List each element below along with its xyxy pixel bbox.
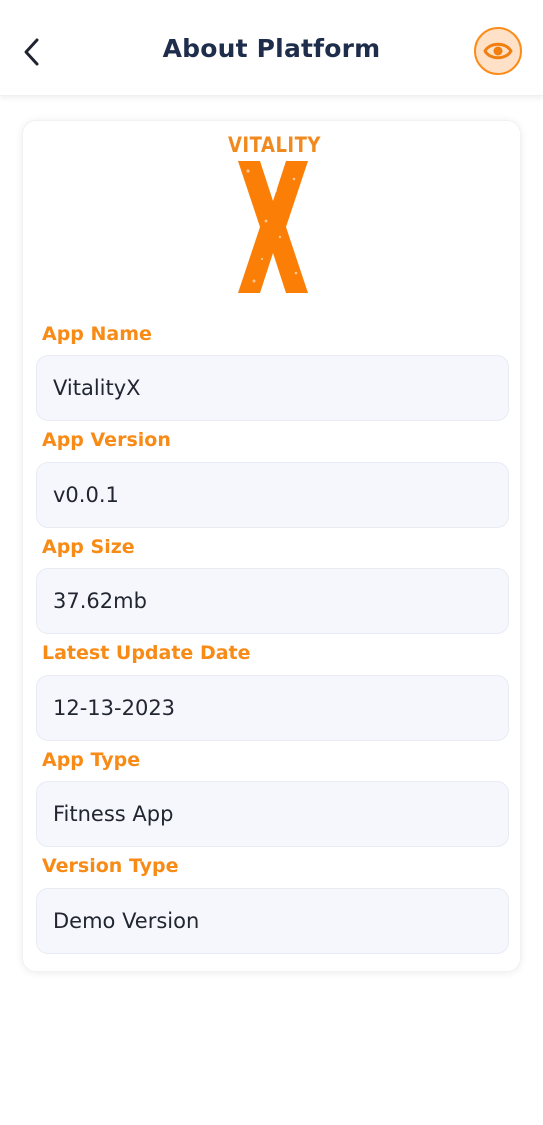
app-size-label: App Size (42, 536, 135, 558)
latest-update-date-field: 12-13-2023 (36, 675, 509, 741)
version-type-field: Demo Version (36, 888, 509, 954)
app-version-value: v0.0.1 (53, 483, 119, 507)
version-type-value: Demo Version (53, 909, 200, 933)
version-type-label: Version Type (42, 855, 179, 877)
app-name-value: VitalityX (53, 376, 141, 400)
app-type-label: App Type (42, 749, 141, 771)
platform-info-card: VITALITY App Name VitalityX App Version … (22, 120, 521, 972)
top-bar: About Platform (0, 0, 543, 96)
app-size-value: 37.62mb (53, 589, 147, 613)
app-name-field: VitalityX (36, 355, 509, 421)
logo-x-mark (238, 161, 308, 293)
app-logo: VITALITY (228, 132, 321, 295)
app-version-label: App Version (42, 429, 171, 451)
page-title: About Platform (162, 34, 381, 63)
eye-icon (483, 42, 513, 60)
app-name-label: App Name (42, 323, 152, 345)
app-type-value: Fitness App (53, 802, 174, 826)
view-button[interactable] (474, 27, 522, 75)
app-size-field: 37.62mb (36, 568, 509, 634)
app-version-field: v0.0.1 (36, 462, 509, 528)
latest-update-date-label: Latest Update Date (42, 642, 251, 664)
app-type-field: Fitness App (36, 781, 509, 847)
latest-update-date-value: 12-13-2023 (53, 696, 176, 720)
logo-wordmark: VITALITY (228, 132, 321, 159)
